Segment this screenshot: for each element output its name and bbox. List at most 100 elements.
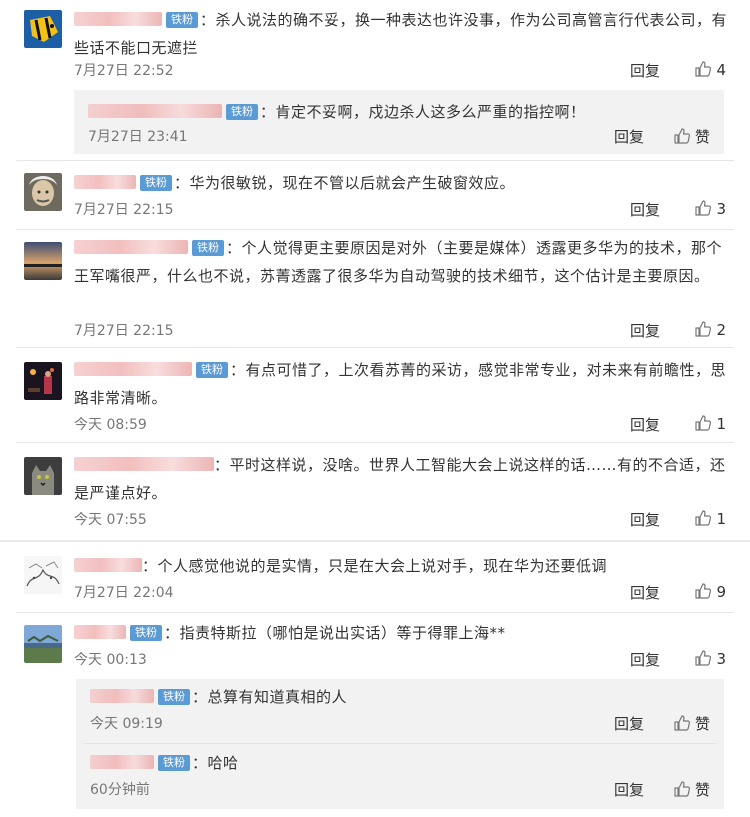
thumbs-up-icon [695, 583, 712, 599]
fan-badge: 铁粉 [158, 755, 190, 771]
username[interactable] [88, 104, 222, 118]
like-label: 赞 [694, 128, 710, 146]
comment-text-line: ：个人感觉他说的是实情，只是在大会上说对手，现在华为还要低调 [74, 552, 730, 580]
like-button[interactable]: 1 [672, 414, 726, 433]
username[interactable] [74, 362, 192, 376]
comment-text-line: 铁粉 ：杀人说法的确不妥，换一种表达也许没事，作为公司高管言行代表公司，有些话不能… [74, 6, 730, 62]
reply-item: 铁粉 ：肯定不妥啊，戍边杀人这多么严重的指控啊！ 7月27日 23:41 回复 赞 [74, 90, 724, 154]
reply-text-line: 铁粉 ：肯定不妥啊，戍边杀人这多么严重的指控啊！ [88, 98, 710, 126]
username[interactable] [74, 175, 136, 189]
comment-meta: 7月27日 22:04 回复 9 [74, 582, 726, 604]
comment-list: 铁粉 ：杀人说法的确不妥，换一种表达也许没事，作为公司高管言行代表公司，有些话不能… [0, 0, 750, 817]
timestamp: 今天 07:55 [74, 512, 147, 528]
reply-meta: 7月27日 23:41 回复 赞 [88, 126, 710, 148]
timestamp: 7月27日 22:52 [74, 63, 174, 79]
avatar[interactable] [24, 457, 62, 495]
like-count: 1 [716, 510, 726, 528]
fan-badge: 铁粉 [192, 240, 224, 256]
timestamp: 今天 08:59 [74, 417, 147, 433]
comment-text: ：个人感觉他说的是实情，只是在大会上说对手，现在华为还要低调 [142, 557, 608, 575]
avatar[interactable] [24, 173, 62, 211]
like-count: 4 [716, 61, 726, 79]
reply-button[interactable]: 回复 [630, 582, 660, 603]
timestamp: 7月27日 23:41 [88, 129, 188, 145]
reply-button[interactable]: 回复 [630, 199, 660, 220]
comment-text: ：指责特斯拉（哪怕是说出实话）等于得罪上海** [164, 624, 506, 642]
reply-button[interactable]: 回复 [630, 509, 660, 530]
like-button[interactable]: 4 [672, 60, 726, 79]
comment-meta: 今天 00:13 回复 3 [74, 649, 726, 671]
thumbs-up-icon [695, 650, 712, 666]
like-count: 2 [716, 321, 726, 339]
thumbs-up-icon [695, 321, 712, 337]
comment-item: ：个人感觉他说的是实情，只是在大会上说对手，现在华为还要低调 7月27日 22:… [0, 542, 750, 612]
avatar[interactable] [24, 556, 62, 594]
reply-thread: 铁粉 ：总算有知道真相的人 今天 09:19 回复 赞 铁粉 ：哈哈 60分钟前 回… [76, 679, 724, 809]
avatar[interactable] [24, 362, 62, 400]
like-label: 赞 [694, 715, 710, 733]
username[interactable] [74, 558, 142, 572]
comment-item: 铁粉 ：杀人说法的确不妥，换一种表达也许没事，作为公司高管言行代表公司，有些话不能… [0, 0, 750, 90]
avatar[interactable] [24, 10, 62, 48]
comment-text-line: 铁粉 ：华为很敏锐，现在不管以后就会产生破窗效应。 [74, 169, 730, 197]
reply-text: ：哈哈 [192, 754, 239, 772]
comment-item: 铁粉 ：有点可惜了，上次看苏菁的采访，感觉非常专业，对未来有前瞻性，思路非常清晰。… [0, 348, 750, 442]
username[interactable] [74, 12, 162, 26]
divider [84, 743, 716, 744]
like-button[interactable]: 3 [672, 649, 726, 668]
like-count: 9 [716, 583, 726, 601]
fan-badge: 铁粉 [158, 689, 190, 705]
reply-button[interactable]: 回复 [614, 779, 644, 800]
reply-button[interactable]: 回复 [630, 60, 660, 81]
reply-item: 铁粉 ：总算有知道真相的人 今天 09:19 回复 赞 [76, 679, 724, 744]
thumbs-up-icon [695, 415, 712, 431]
reply-button[interactable]: 回复 [630, 649, 660, 670]
username[interactable] [74, 625, 126, 639]
reply-item: 铁粉 ：哈哈 60分钟前 回复 赞 [76, 745, 724, 809]
comment-text-line: 铁粉 ：有点可惜了，上次看苏菁的采访，感觉非常专业，对未来有前瞻性，思路非常清晰。 [74, 356, 730, 412]
thumbs-up-icon [674, 781, 691, 797]
comment-meta: 7月27日 22:15 回复 3 [74, 199, 726, 221]
reply-button[interactable]: 回复 [630, 414, 660, 435]
comment-meta: 今天 07:55 回复 1 [74, 509, 726, 531]
reply-thread: 铁粉 ：肯定不妥啊，戍边杀人这多么严重的指控啊！ 7月27日 23:41 回复 赞 [74, 90, 724, 154]
thumbs-up-icon [695, 510, 712, 526]
timestamp: 60分钟前 [90, 782, 150, 798]
reply-text-line: 铁粉 ：哈哈 [90, 749, 710, 777]
like-count: 1 [716, 415, 726, 433]
reply-meta: 今天 09:19 回复 赞 [90, 713, 710, 735]
reply-meta: 60分钟前 回复 赞 [90, 779, 710, 801]
username[interactable] [74, 457, 214, 471]
like-button[interactable]: 赞 [656, 713, 710, 734]
reply-button[interactable]: 回复 [614, 713, 644, 734]
like-button[interactable]: 1 [672, 509, 726, 528]
comment-text-line: ：平时这样说，没啥。世界人工智能大会上说这样的话……有的不合适，还是严谨点好。 [74, 451, 730, 507]
comment-item: 铁粉 ：指责特斯拉（哪怕是说出实话）等于得罪上海** 今天 00:13 回复 3 [0, 613, 750, 679]
fan-badge: 铁粉 [140, 175, 172, 191]
like-button[interactable]: 赞 [656, 779, 710, 800]
timestamp: 今天 09:19 [90, 716, 163, 732]
username[interactable] [90, 689, 154, 703]
fan-badge: 铁粉 [130, 625, 162, 641]
timestamp: 7月27日 22:15 [74, 202, 174, 218]
comment-item: 铁粉 ：华为很敏锐，现在不管以后就会产生破窗效应。 7月27日 22:15 回复 … [0, 161, 750, 231]
like-button[interactable]: 赞 [656, 126, 710, 147]
like-button[interactable]: 9 [672, 582, 726, 601]
timestamp: 7月27日 22:04 [74, 585, 174, 601]
username[interactable] [90, 755, 154, 769]
reply-button[interactable]: 回复 [630, 320, 660, 341]
like-button[interactable]: 2 [672, 320, 726, 339]
comment-item: ：平时这样说，没啥。世界人工智能大会上说这样的话……有的不合适，还是严谨点好。 … [0, 443, 750, 537]
fan-badge: 铁粉 [166, 12, 198, 28]
comment-meta: 7月27日 22:52 回复 4 [74, 60, 726, 82]
like-button[interactable]: 3 [672, 199, 726, 218]
like-count: 3 [716, 650, 726, 668]
thumbs-up-icon [695, 200, 712, 216]
comment-text: ：华为很敏锐，现在不管以后就会产生破窗效应。 [174, 174, 516, 192]
reply-button[interactable]: 回复 [614, 126, 644, 147]
username[interactable] [74, 240, 188, 254]
avatar[interactable] [24, 625, 62, 663]
thumbs-up-icon [695, 61, 712, 77]
thumbs-up-icon [674, 128, 691, 144]
avatar[interactable] [24, 242, 62, 280]
